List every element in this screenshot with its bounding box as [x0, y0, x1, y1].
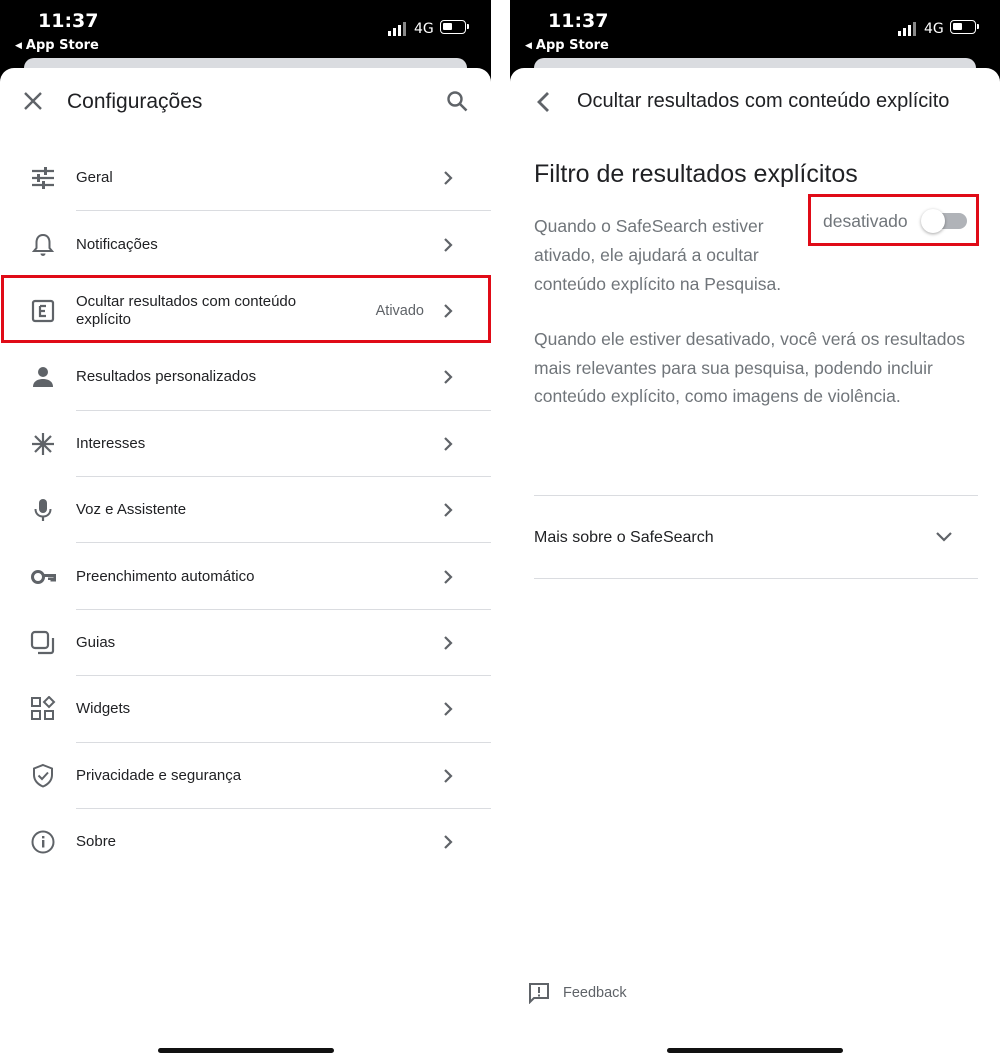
- settings-item-resultados-personalizados[interactable]: Resultados personalizados: [0, 344, 491, 411]
- settings-item-privacidade[interactable]: Privacidade e segurança: [0, 743, 491, 809]
- chevron-down-icon[interactable]: [935, 530, 953, 544]
- settings-item-geral[interactable]: Geral: [0, 145, 491, 212]
- description-on: Quando o SafeSearch estiver ativado, ele…: [534, 216, 782, 294]
- settings-screen: 11:37 ◀ App Store 4G Configurações Geral …: [0, 0, 491, 1063]
- tune-icon: [32, 167, 54, 190]
- settings-item-notificacoes[interactable]: Notificações: [0, 211, 491, 278]
- safesearch-toggle[interactable]: [921, 209, 967, 233]
- settings-header: Configurações: [0, 68, 491, 138]
- home-indicator: [667, 1048, 843, 1053]
- safesearch-header: Ocultar resultados com conteúdo explícit…: [510, 68, 1000, 138]
- chevron-right-icon: [444, 237, 453, 252]
- feedback-link[interactable]: Feedback: [563, 985, 627, 1001]
- shield-icon: [33, 763, 53, 788]
- back-triangle-icon: ◀: [15, 41, 22, 51]
- settings-sheet: Configurações Geral Notificações Ocultar…: [0, 68, 491, 1063]
- page-title: Ocultar resultados com conteúdo explícit…: [577, 90, 950, 112]
- chevron-right-icon: [444, 503, 453, 517]
- key-icon: [31, 569, 56, 584]
- chevron-right-icon: [444, 370, 453, 385]
- battery-icon: [950, 20, 979, 34]
- network-type: 4G: [924, 21, 944, 37]
- tabs-icon: [30, 630, 55, 655]
- settings-item-voz-assistente[interactable]: Voz e Assistente: [0, 477, 491, 544]
- settings-item-guias[interactable]: Guias: [0, 610, 491, 677]
- feedback-icon[interactable]: [528, 982, 550, 1004]
- settings-item-label: Widgets: [76, 700, 131, 718]
- highlight-box-ocultar-explicito: [1, 275, 491, 343]
- back-arrow-icon[interactable]: [534, 90, 554, 114]
- settings-item-label: Notificações: [76, 235, 158, 253]
- status-time: 11:37: [548, 10, 609, 32]
- back-to-app-store-link[interactable]: ◀ App Store: [15, 38, 99, 53]
- signal-icon: [388, 22, 406, 36]
- back-triangle-icon: ◀: [525, 41, 532, 51]
- filter-title: Filtro de resultados explícitos: [534, 160, 858, 188]
- chevron-right-icon: [444, 768, 453, 783]
- settings-item-label: Privacidade e segurança: [76, 766, 242, 784]
- description-off: Quando ele estiver desativado, você verá…: [534, 329, 965, 406]
- more-safesearch-expander[interactable]: Mais sobre o SafeSearch: [534, 529, 714, 547]
- signal-icon: [898, 22, 916, 36]
- settings-item-label: Interesses: [76, 434, 146, 452]
- safesearch-sheet: Ocultar resultados com conteúdo explícit…: [510, 68, 1000, 1063]
- chevron-right-icon: [444, 702, 453, 717]
- settings-item-label: Guias: [76, 633, 116, 651]
- divider: [534, 578, 978, 579]
- page-title: Configurações: [67, 90, 203, 113]
- toggle-state-label: desativado: [823, 211, 908, 231]
- settings-item-label: Voz e Assistente: [76, 501, 187, 519]
- close-icon[interactable]: [22, 90, 44, 112]
- back-app-label: App Store: [25, 38, 99, 53]
- chevron-right-icon: [444, 171, 453, 185]
- widgets-icon: [31, 696, 56, 721]
- settings-item-label: Resultados personalizados: [76, 368, 257, 386]
- settings-item-interesses[interactable]: Interesses: [0, 411, 491, 477]
- bell-icon: [31, 233, 55, 256]
- chevron-right-icon: [444, 835, 453, 849]
- safesearch-screen: 11:37 ◀ App Store 4G Ocultar resultados c…: [510, 0, 1000, 1063]
- asterisk-icon: [32, 432, 54, 455]
- settings-item-label: Geral: [76, 169, 113, 187]
- settings-item-sobre[interactable]: Sobre: [0, 809, 491, 875]
- divider: [534, 495, 978, 496]
- settings-item-label: Sobre: [76, 833, 117, 851]
- status-time: 11:37: [38, 10, 99, 32]
- settings-item-preenchimento[interactable]: Preenchimento automático: [0, 543, 491, 610]
- microphone-icon: [34, 499, 52, 522]
- status-bar: 11:37 ◀ App Store 4G: [0, 0, 491, 60]
- back-app-label: App Store: [535, 38, 609, 53]
- battery-icon: [440, 20, 469, 34]
- status-bar: 11:37 ◀ App Store 4G: [510, 0, 1000, 60]
- settings-item-widgets[interactable]: Widgets: [0, 676, 491, 743]
- chevron-right-icon: [444, 569, 453, 584]
- toggle-knob: [921, 209, 945, 233]
- settings-list: Geral Notificações Ocultar resultados co…: [0, 145, 491, 875]
- highlight-box-toggle: desativado: [808, 194, 979, 246]
- search-icon[interactable]: [445, 89, 469, 113]
- chevron-right-icon: [444, 636, 453, 650]
- settings-item-label: Preenchimento automático: [76, 567, 255, 585]
- back-to-app-store-link[interactable]: ◀ App Store: [525, 38, 609, 53]
- home-indicator: [157, 1048, 334, 1053]
- network-type: 4G: [414, 21, 434, 37]
- info-icon: [31, 830, 55, 854]
- person-icon: [33, 367, 53, 388]
- chevron-right-icon: [444, 436, 453, 451]
